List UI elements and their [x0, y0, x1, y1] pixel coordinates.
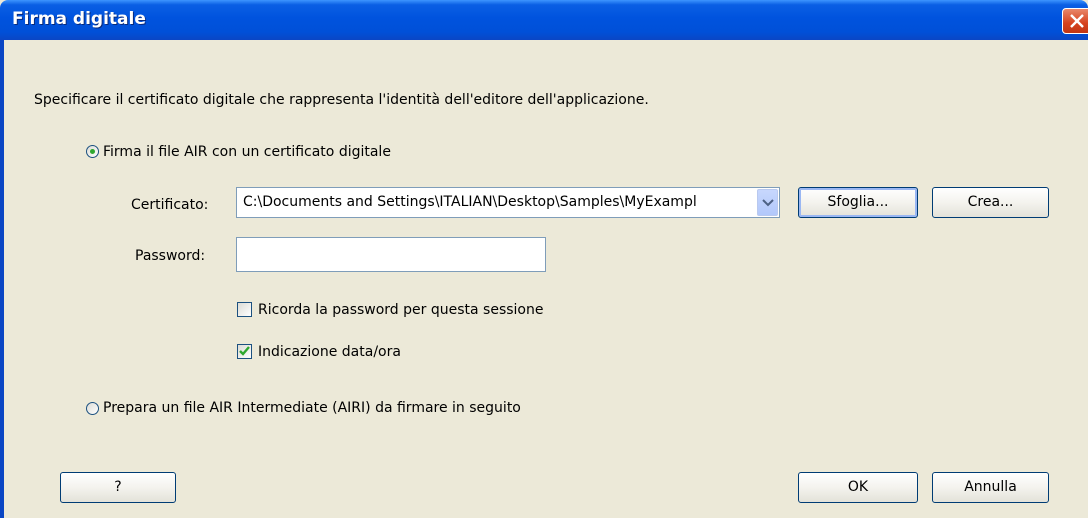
certificate-combobox[interactable]: C:\Documents and Settings\ITALIAN\Deskto…: [236, 187, 780, 218]
radio-sign-file-label[interactable]: Firma il file AIR con un certificato dig…: [103, 144, 391, 160]
radio-prepare-airi-label[interactable]: Prepara un file AIR Intermediate (AIRI) …: [103, 400, 521, 416]
checkmark-icon: [239, 346, 250, 356]
window-title: Firma digitale: [12, 9, 146, 29]
timestamp-label[interactable]: Indicazione data/ora: [258, 344, 401, 360]
window-frame-left: [0, 40, 4, 518]
password-input[interactable]: [236, 237, 546, 272]
cancel-button[interactable]: Annulla: [932, 472, 1049, 503]
radio-sign-file[interactable]: [86, 145, 99, 158]
close-button[interactable]: [1062, 8, 1088, 34]
password-label: Password:: [135, 248, 206, 264]
browse-button[interactable]: Sfoglia...: [798, 187, 918, 218]
dialog-window: Firma digitale Specificare il certificat…: [0, 0, 1088, 518]
instruction-text: Specificare il certificato digitale che …: [34, 92, 649, 108]
remember-password-checkbox[interactable]: [237, 302, 252, 317]
timestamp-checkbox[interactable]: [237, 344, 252, 359]
remember-password-label[interactable]: Ricorda la password per questa sessione: [258, 302, 543, 318]
radio-selected-dot: [90, 149, 95, 154]
create-button[interactable]: Crea...: [932, 187, 1049, 218]
combobox-dropdown-button[interactable]: [757, 189, 778, 216]
ok-button[interactable]: OK: [798, 472, 918, 503]
close-icon: [1070, 14, 1084, 28]
title-bar[interactable]: Firma digitale: [0, 0, 1088, 40]
help-button[interactable]: ?: [60, 472, 176, 503]
certificate-label: Certificato:: [131, 197, 209, 213]
certificate-path-value: C:\Documents and Settings\ITALIAN\Deskto…: [243, 194, 697, 210]
radio-prepare-airi[interactable]: [86, 402, 99, 415]
chevron-down-icon: [762, 199, 774, 207]
